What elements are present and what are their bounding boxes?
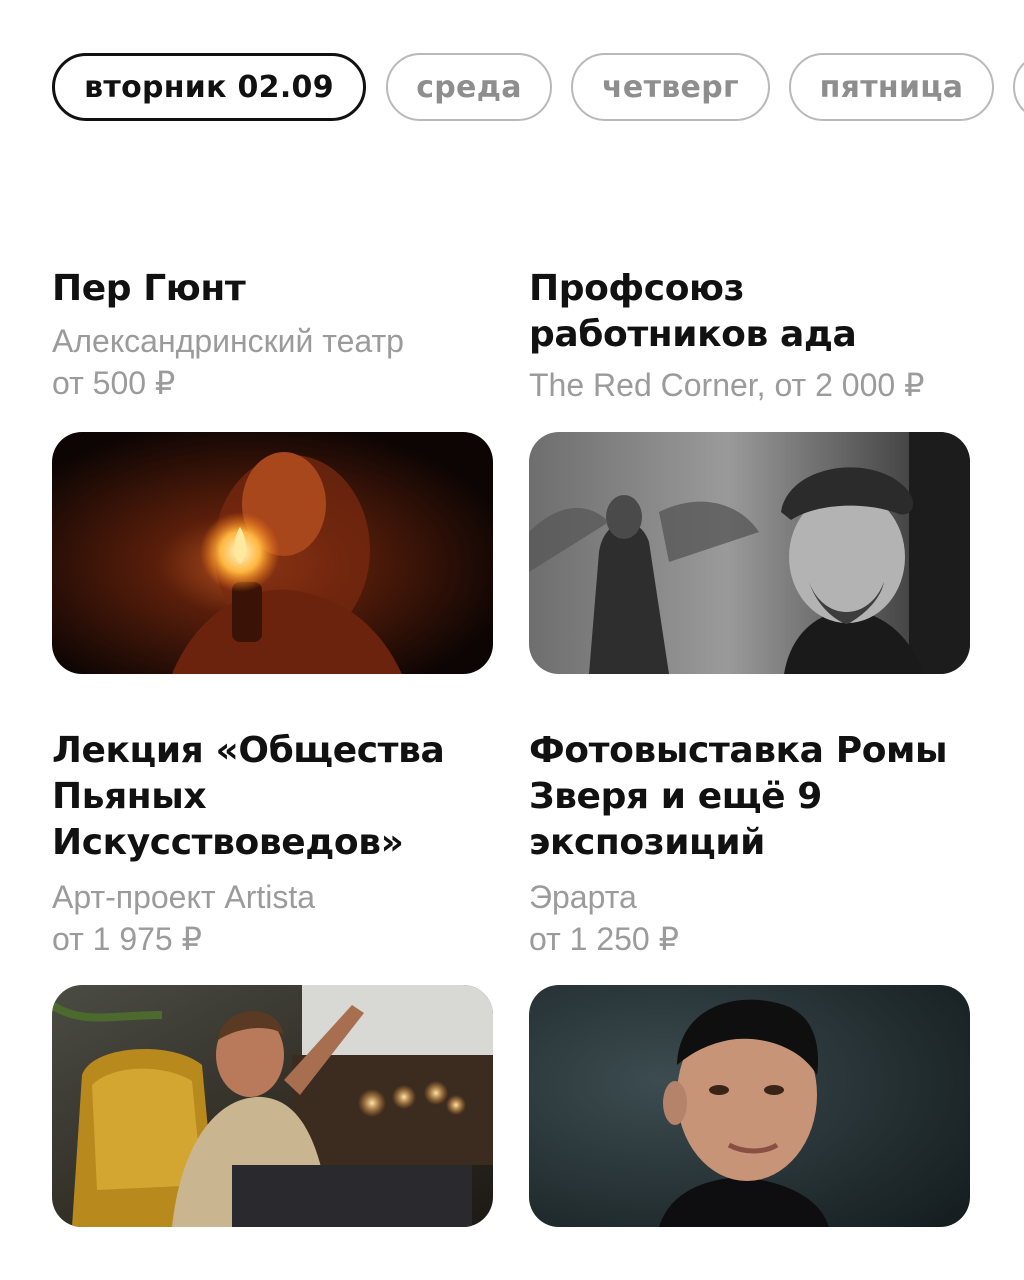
event-meta: Арт-проект Artista от 1 975 ₽ xyxy=(52,876,494,960)
event-venue: Александринский театр xyxy=(52,323,404,359)
event-title: Фотовыставка Ромы Зверя и ещё 9 экспозиц… xyxy=(529,730,948,863)
event-meta: The Red Corner, от 2 000 ₽ xyxy=(529,364,971,406)
event-price: от 1 250 ₽ xyxy=(529,921,679,957)
tab-tuesday[interactable]: вторник 02.09 xyxy=(52,53,366,121)
event-title: Профсоюз работников ада xyxy=(529,268,857,355)
event-photo[interactable] xyxy=(529,985,970,1227)
event-venue: Эрарта xyxy=(529,879,637,915)
tab-wednesday[interactable]: среда xyxy=(386,53,552,121)
event-photo[interactable] xyxy=(52,432,493,674)
tab-next-day[interactable] xyxy=(1013,53,1024,121)
event-photo[interactable] xyxy=(529,432,970,674)
portrait-man-photo xyxy=(529,985,970,1227)
lecturer-in-armchair-photo xyxy=(52,985,493,1227)
event-meta: Эрарта от 1 250 ₽ xyxy=(529,876,971,960)
event-card[interactable]: Профсоюз работников ада The Red Corner, … xyxy=(529,266,971,674)
bw-man-in-flat-cap-photo xyxy=(529,432,970,674)
event-meta: Александринский театр от 500 ₽ xyxy=(52,320,494,404)
tab-thursday[interactable]: четверг xyxy=(571,53,770,121)
tab-friday[interactable]: пятница xyxy=(789,53,994,121)
event-card[interactable]: Фотовыставка Ромы Зверя и ещё 9 экспозиц… xyxy=(529,728,971,1228)
day-tabs: вторник 02.09 среда четверг пятница xyxy=(52,53,1024,121)
event-card[interactable]: Пер Гюнт Александринский театр от 500 ₽ xyxy=(52,266,494,674)
event-photo[interactable] xyxy=(52,985,493,1227)
event-card[interactable]: Лекция «Общества Пьяных Искусствоведов» … xyxy=(52,728,494,1228)
event-venue-price: The Red Corner, от 2 000 ₽ xyxy=(529,367,925,403)
event-title: Пер Гюнт xyxy=(52,268,246,309)
event-price: от 500 ₽ xyxy=(52,365,176,401)
event-venue: Арт-проект Artista xyxy=(52,879,316,915)
actor-holding-candle-photo xyxy=(52,432,493,674)
event-title: Лекция «Общества Пьяных Искусствоведов» xyxy=(52,730,445,863)
event-price: от 1 975 ₽ xyxy=(52,921,202,957)
